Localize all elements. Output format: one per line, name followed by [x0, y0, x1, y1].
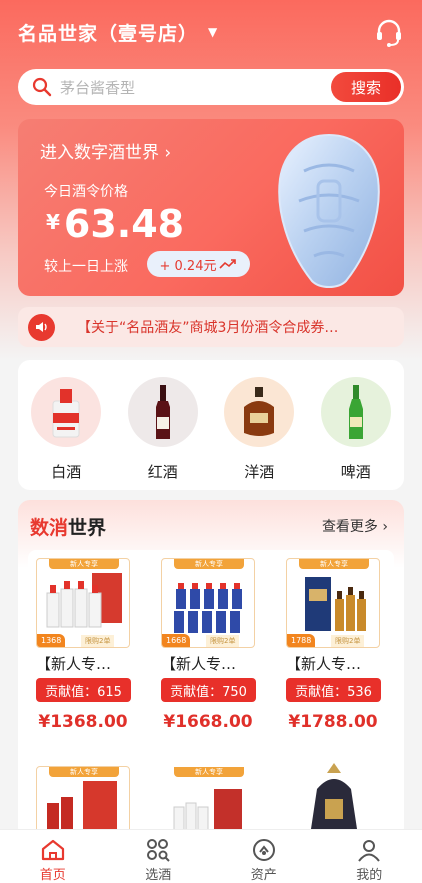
product-price: ¥1788.00: [288, 712, 378, 732]
announcement-bar[interactable]: 【关于“名品酒友”商城3月份酒令合成券…: [18, 307, 404, 347]
tab-label: 选酒: [145, 868, 172, 883]
user-icon: [358, 840, 381, 862]
token-price: ¥63.48: [46, 202, 184, 246]
product-card[interactable]: [278, 758, 388, 840]
limit-tag: 限购2单: [81, 635, 115, 647]
chevron-down-icon[interactable]: ▼: [208, 25, 217, 39]
limit-tag: 限购2单: [206, 635, 240, 647]
category-label: 白酒: [51, 463, 82, 481]
section-title-rest: 世界: [68, 517, 107, 539]
digital-liquor-banner[interactable]: 进入数字酒世界 › 今日酒令价格 ¥63.48 较上一日上涨 + 0.24元: [18, 119, 404, 296]
announcement-text[interactable]: 【关于“名品酒友”商城3月份酒令合成券…: [77, 317, 387, 337]
new-user-tag: 新人专享: [49, 559, 119, 569]
jade-token-image: [278, 133, 380, 288]
headset-icon[interactable]: [374, 18, 404, 48]
search-bar[interactable]: 茅台酱香型 搜索: [18, 69, 404, 105]
price-change-value: + 0.24元: [159, 258, 217, 274]
speaker-icon: [28, 313, 55, 341]
price-label: 今日酒令价格: [44, 184, 128, 200]
product-card[interactable]: 新人专享 1668 限购2单 【新人专… 贡献值：750 ¥1668.00: [153, 558, 263, 732]
new-user-tag: 新人专享: [174, 767, 244, 777]
tab-assets[interactable]: 资产: [211, 830, 317, 883]
beer-icon: [320, 377, 391, 447]
product-price: ¥1668.00: [163, 712, 253, 732]
product-card[interactable]: 新人专享 1788 限购2单 【新人专… 贡献值：536 ¥1788.00: [278, 558, 388, 732]
trend-up-icon: [219, 259, 237, 269]
product-price: ¥1368.00: [38, 712, 128, 732]
tab-choose-liquor[interactable]: 选酒: [106, 830, 212, 883]
new-user-tag: 新人专享: [174, 559, 244, 569]
category-red-wine[interactable]: 红酒: [115, 360, 212, 490]
limit-tag: 限购2单: [331, 635, 365, 647]
new-user-tag: 新人专享: [49, 767, 119, 777]
category-label: 啤酒: [340, 463, 371, 481]
home-icon: [41, 839, 64, 861]
contribution-badge: 贡献值：536: [286, 678, 381, 702]
contribution-badge: 贡献值：750: [161, 678, 256, 702]
product-image: 新人专享 1368 限购2单: [36, 558, 130, 648]
red-wine-icon: [127, 377, 198, 447]
bottom-tab-bar: 首页 选酒 资产 我的: [0, 829, 422, 883]
new-user-tag: 新人专享: [299, 559, 369, 569]
product-card[interactable]: 新人专享 1368 限购2单 【新人专… 贡献值：615 ¥1368.00: [28, 558, 138, 732]
price-change-badge: + 0.24元: [147, 251, 250, 277]
tab-home[interactable]: 首页: [0, 830, 106, 883]
tab-mine[interactable]: 我的: [317, 830, 422, 883]
asset-icon: [252, 839, 275, 861]
header: 名品世家（壹号店） ▼: [0, 0, 422, 64]
product-name: 【新人专…: [161, 655, 237, 673]
price-tag: 1668: [162, 634, 191, 647]
category-foreign-liquor[interactable]: 洋酒: [211, 360, 308, 490]
product-image: [286, 758, 380, 840]
section-title: 数消世界: [30, 513, 106, 540]
currency-symbol: ¥: [46, 210, 60, 234]
search-input[interactable]: 茅台酱香型: [60, 77, 135, 98]
tab-label: 首页: [39, 868, 66, 883]
search-icon: [32, 77, 52, 97]
compare-label: 较上一日上涨: [44, 259, 128, 275]
product-name: 【新人专…: [286, 655, 362, 673]
shop-section: 数消世界 查看更多 › 新人专享 1368 限购2单 【新人专… 贡献值：615…: [18, 500, 404, 840]
grid-search-icon: [147, 839, 170, 862]
price-value: 63.48: [63, 202, 185, 246]
enter-digital-world-link[interactable]: 进入数字酒世界 ›: [40, 138, 171, 163]
tab-label: 我的: [356, 868, 383, 883]
product-name: 【新人专…: [36, 655, 112, 673]
category-beer[interactable]: 啤酒: [308, 360, 405, 490]
baijiu-icon: [31, 377, 102, 447]
store-title[interactable]: 名品世家（壹号店）: [18, 19, 198, 46]
search-button[interactable]: 搜索: [331, 72, 401, 102]
product-grid: 新人专享 1368 限购2单 【新人专… 贡献值：615 ¥1368.00 新人…: [28, 550, 394, 840]
view-more-link[interactable]: 查看更多 ›: [322, 516, 388, 536]
category-label: 洋酒: [244, 463, 275, 481]
foreign-liquor-icon: [224, 377, 295, 447]
category-label: 红酒: [147, 463, 178, 481]
product-image: 新人专享 1788 限购2单: [286, 558, 380, 648]
category-panel: 白酒 红酒 洋酒 啤酒: [18, 360, 404, 490]
price-tag: 1788: [287, 634, 316, 647]
section-title-accent: 数消: [30, 517, 69, 539]
category-baijiu[interactable]: 白酒: [18, 360, 115, 490]
price-tag: 1368: [37, 634, 66, 647]
product-image: 新人专享 1668 限购2单: [161, 558, 255, 648]
contribution-badge: 贡献值：615: [36, 678, 131, 702]
tab-label: 资产: [250, 868, 277, 883]
